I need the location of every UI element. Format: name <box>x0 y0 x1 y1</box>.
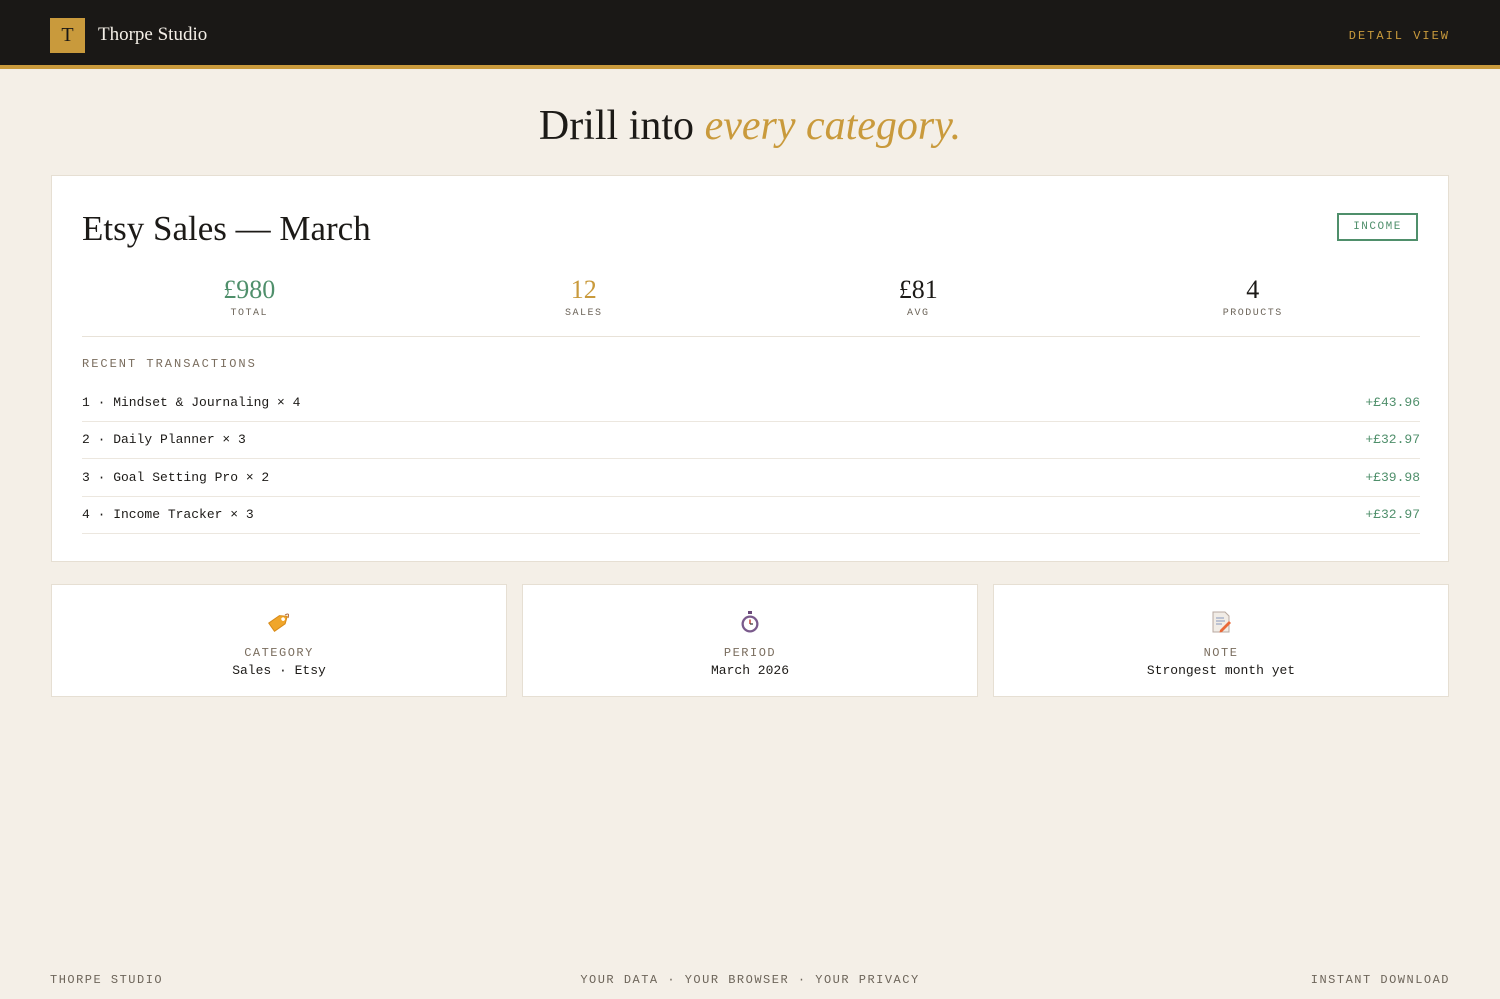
stat-sales: 12 SALES <box>417 272 752 336</box>
list-item[interactable]: 4 · Income Tracker × 3 +£32.97 <box>82 497 1420 534</box>
info-label: CATEGORY <box>244 646 314 660</box>
detail-view-link[interactable]: DETAIL VIEW <box>1349 29 1450 43</box>
transaction-amount: +£39.98 <box>1365 469 1420 485</box>
stat-value: 4 <box>1246 275 1260 304</box>
list-item[interactable]: 3 · Goal Setting Pro × 2 +£39.98 <box>82 459 1420 497</box>
info-label: PERIOD <box>723 646 777 660</box>
transaction-name: 1 · Mindset & Journaling × 4 <box>82 394 301 410</box>
logo[interactable]: T <box>50 18 85 53</box>
stat-label: SALES <box>564 308 603 319</box>
transaction-amount: +£32.97 <box>1365 507 1420 523</box>
top-bar: T Thorpe Studio DETAIL VIEW <box>0 0 1500 69</box>
hero-text: Drill into <box>538 103 695 149</box>
transaction-amount: +£43.96 <box>1365 394 1420 410</box>
footer-download: INSTANT DOWNLOAD <box>1310 973 1450 987</box>
stat-total: £980 TOTAL <box>82 272 417 336</box>
brand-name[interactable]: Thorpe Studio <box>98 24 207 46</box>
hero-heading: Drill into every category. <box>0 102 1500 150</box>
transaction-name: 2 · Daily Planner × 3 <box>82 432 246 448</box>
info-card-category: CATEGORY Sales · Etsy <box>51 584 507 697</box>
stat-value: £81 <box>898 275 938 304</box>
detail-card: Etsy Sales — March INCOME £980 TOTAL 12 … <box>51 175 1449 562</box>
list-item[interactable]: 1 · Mindset & Journaling × 4 +£43.96 <box>82 384 1420 422</box>
stat-value: £980 <box>223 275 276 304</box>
info-label: NOTE <box>1203 646 1239 660</box>
income-badge: INCOME <box>1337 213 1418 241</box>
list-item[interactable]: 2 · Daily Planner × 3 +£32.97 <box>82 422 1420 459</box>
memo-icon <box>994 610 1448 634</box>
footer-tagline: YOUR DATA · YOUR BROWSER · YOUR PRIVACY <box>580 973 920 987</box>
info-value: March 2026 <box>710 663 789 678</box>
stat-value: 12 <box>570 275 597 304</box>
stats-row: £980 TOTAL 12 SALES £81 AVG 4 PRODUCTS <box>82 272 1420 337</box>
stat-avg: £81 AVG <box>751 272 1086 336</box>
info-card-period: PERIOD March 2026 <box>522 584 978 697</box>
hero-accent: every category. <box>704 103 962 149</box>
tag-icon <box>52 610 506 634</box>
stat-products: 4 PRODUCTS <box>1086 272 1421 336</box>
stat-label: PRODUCTS <box>1222 308 1283 319</box>
info-value: Sales · Etsy <box>232 663 326 678</box>
info-value: Strongest month yet <box>1146 663 1296 678</box>
stat-label: TOTAL <box>230 308 268 319</box>
transaction-name: 3 · Goal Setting Pro × 2 <box>82 469 270 485</box>
info-card-note: NOTE Strongest month yet <box>993 584 1449 697</box>
transaction-list: 1 · Mindset & Journaling × 4 +£43.96 2 ·… <box>82 384 1420 534</box>
stat-label: AVG <box>906 308 930 319</box>
transaction-name: 4 · Income Tracker × 3 <box>82 507 254 523</box>
detail-title: Etsy Sales — March <box>82 209 371 248</box>
stopwatch-icon <box>523 610 977 634</box>
section-label: RECENT TRANSACTIONS <box>82 357 257 371</box>
transaction-amount: +£32.97 <box>1365 432 1420 448</box>
